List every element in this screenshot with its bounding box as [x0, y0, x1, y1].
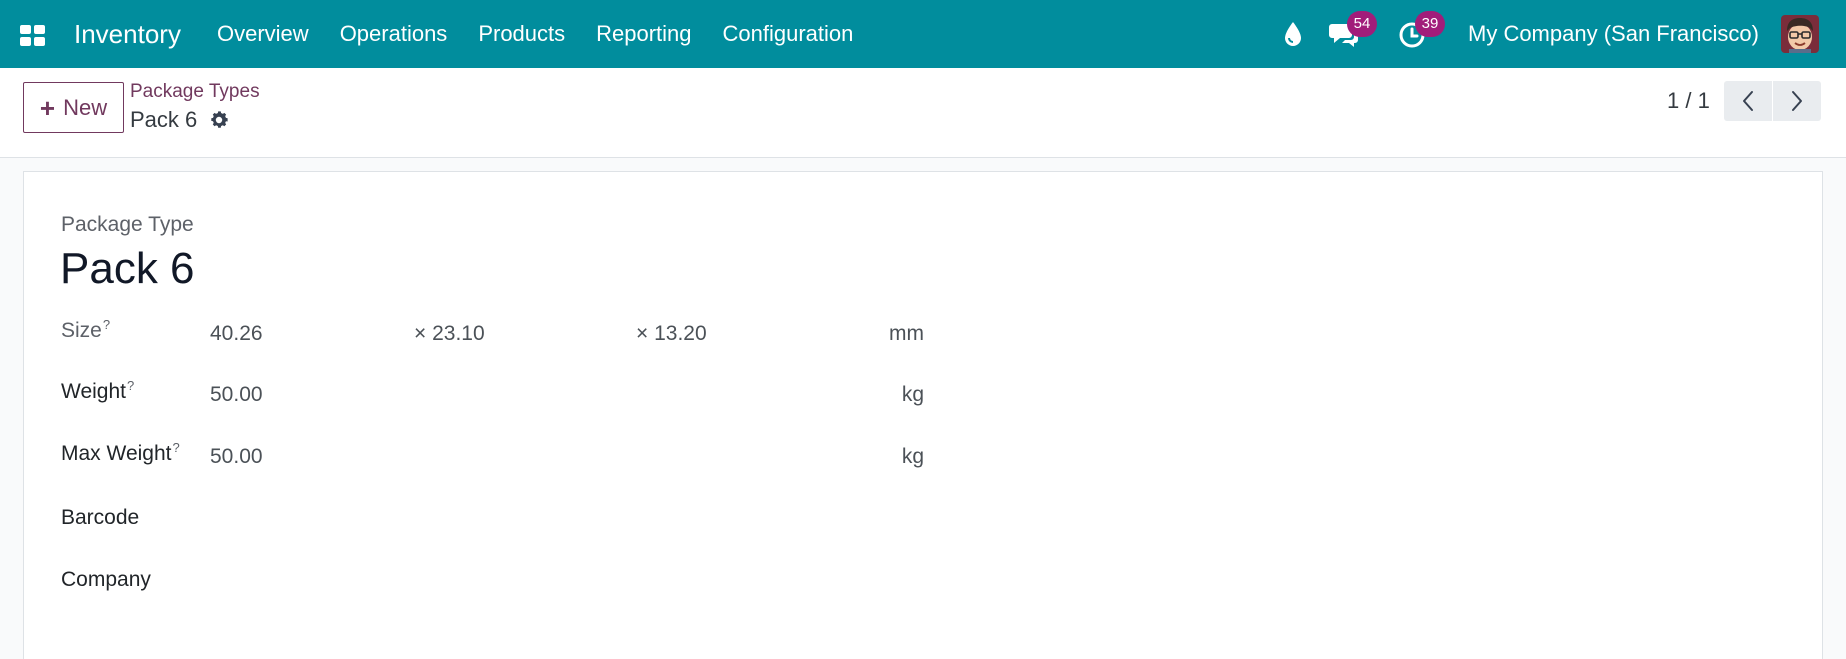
plus-icon: + [39, 92, 56, 123]
pager-previous-button[interactable] [1724, 81, 1772, 121]
gear-icon[interactable] [208, 109, 230, 131]
size-unit: mm [889, 322, 924, 345]
barcode-label: Barcode [61, 506, 140, 529]
size-height-input[interactable]: × 13.20 [636, 321, 707, 347]
user-avatar[interactable] [1781, 15, 1819, 53]
max-weight-label-text: Max Weight [61, 442, 172, 465]
breadcrumb-package-types[interactable]: Package Types [130, 80, 260, 104]
size-label-text: Size [61, 319, 102, 342]
messages-count-badge: 54 [1347, 11, 1377, 37]
size-length-input[interactable]: 40.26 [210, 321, 263, 347]
weight-help-icon[interactable]: ? [127, 378, 134, 393]
record-type-label: Package Type [61, 213, 194, 236]
pager-next-button[interactable] [1773, 81, 1821, 121]
weight-unit: kg [901, 383, 924, 406]
app-name[interactable]: Inventory [74, 17, 181, 51]
chevron-left-icon [1743, 91, 1753, 111]
new-button[interactable]: + New [23, 82, 124, 133]
main-menu: Overview Operations Products Reporting C… [217, 20, 884, 48]
max-weight-help-icon[interactable]: ? [173, 440, 180, 455]
size-width-input[interactable]: × 23.10 [414, 321, 485, 347]
menu-reporting[interactable]: Reporting [596, 20, 691, 48]
max-weight-label: Max Weight? [61, 441, 180, 467]
breadcrumb-current-record: Pack 6 [130, 107, 198, 132]
max-weight-input[interactable]: 50.00 [210, 444, 263, 470]
chevron-right-icon [1792, 91, 1802, 111]
menu-operations[interactable]: Operations [340, 20, 448, 48]
max-weight-unit: kg [901, 445, 924, 468]
activities-count-badge: 39 [1415, 11, 1445, 37]
water-drop-icon[interactable] [1282, 20, 1304, 48]
pager-value[interactable]: 1 / 1 [1667, 87, 1710, 115]
size-label: Size? [61, 318, 110, 344]
package-name-field[interactable]: Pack 6 [60, 242, 195, 296]
menu-products[interactable]: Products [478, 20, 565, 48]
app-menu-icon[interactable] [18, 20, 48, 50]
menu-configuration[interactable]: Configuration [723, 20, 854, 48]
company-label: Company [61, 568, 151, 591]
new-button-label: New [63, 94, 108, 120]
weight-label: Weight? [61, 379, 134, 405]
weight-label-text: Weight [61, 380, 126, 403]
weight-input[interactable]: 50.00 [210, 382, 263, 408]
form-sheet: Package Type Pack 6 Size? 40.26 × 23.10 … [23, 171, 1823, 659]
top-navbar: Inventory Overview Operations Products R… [0, 0, 1846, 68]
control-panel: + New Package Types Pack 6 1 / 1 [0, 68, 1846, 158]
barcode-input[interactable] [210, 503, 924, 533]
company-input[interactable] [210, 565, 924, 595]
menu-overview[interactable]: Overview [217, 20, 309, 48]
company-switcher[interactable]: My Company (San Francisco) [1468, 20, 1759, 48]
size-help-icon[interactable]: ? [103, 317, 110, 332]
